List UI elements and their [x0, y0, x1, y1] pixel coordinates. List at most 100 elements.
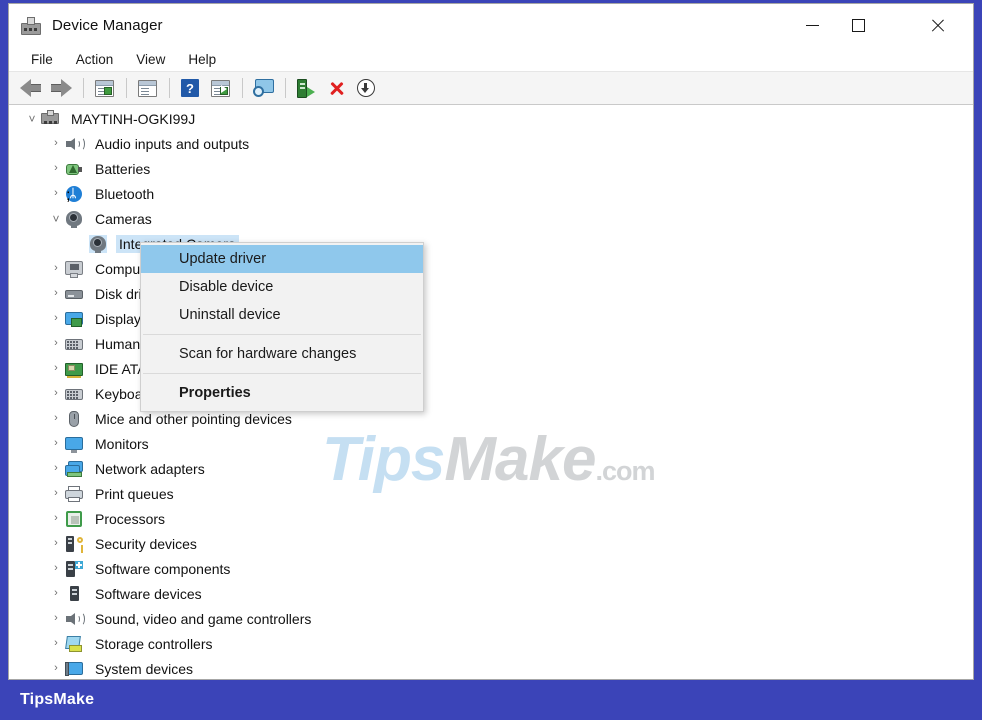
tree-item-print-queues[interactable]: › Print queues: [9, 481, 973, 506]
maximize-button[interactable]: [835, 4, 881, 47]
context-menu-item-scan-for-hardware-changes[interactable]: Scan for hardware changes: [141, 340, 423, 368]
circle-down-arrow-icon: [357, 79, 375, 97]
printer-icon: [65, 485, 83, 503]
forward-button[interactable]: [47, 75, 75, 101]
properties-button[interactable]: [133, 75, 161, 101]
tree-item-label: Batteries: [92, 160, 153, 178]
tree-item-label: Network adapters: [92, 460, 208, 478]
chevron-right-icon[interactable]: ›: [47, 463, 65, 474]
processor-icon: [65, 510, 83, 528]
chevron-right-icon[interactable]: ›: [47, 588, 65, 599]
tree-item-sound-video-and-game-controllers[interactable]: › Sound, video and game controllers: [9, 606, 973, 631]
tree-item-network-adapters[interactable]: › Network adapters: [9, 456, 973, 481]
chevron-right-icon[interactable]: ›: [47, 338, 65, 349]
tree-item-label: Audio inputs and outputs: [92, 135, 252, 153]
bluetooth-icon: ᛦ: [65, 185, 83, 203]
tree-item-security-devices[interactable]: › Security devices: [9, 531, 973, 556]
chevron-right-icon[interactable]: ›: [47, 513, 65, 524]
tree-item-label: Processors: [92, 510, 168, 528]
back-button[interactable]: [17, 75, 45, 101]
human-interface-icon: [65, 335, 83, 353]
tree-item-batteries[interactable]: › Batteries: [9, 156, 973, 181]
arrow-right-icon: [50, 79, 72, 97]
tree-item-cameras[interactable]: ˅ Cameras: [9, 206, 973, 231]
speaker-icon: [65, 610, 83, 628]
context-menu-item-properties[interactable]: Properties: [141, 379, 423, 407]
tree-root-node[interactable]: ˅ MAYTINH-OGKI99J: [9, 106, 973, 131]
chevron-right-icon[interactable]: ›: [47, 613, 65, 624]
ide-controller-icon: [65, 360, 83, 378]
chevron-right-icon[interactable]: ›: [47, 488, 65, 499]
arrow-left-icon: [20, 79, 42, 97]
tree-item-label: Software components: [92, 560, 233, 578]
scan-play-icon: [211, 80, 230, 97]
tree-item-system-devices[interactable]: › System devices: [9, 656, 973, 679]
chevron-right-icon[interactable]: ›: [47, 188, 65, 199]
menu-item-action[interactable]: Action: [66, 50, 124, 69]
chevron-right-icon[interactable]: ›: [47, 413, 65, 424]
camera-icon: [65, 210, 83, 228]
minimize-button[interactable]: [789, 4, 835, 47]
tree-item-label: Print queues: [92, 485, 177, 503]
computer-machine-icon: [41, 110, 59, 128]
chevron-right-icon[interactable]: ›: [47, 538, 65, 549]
enable-device-icon: [297, 79, 315, 98]
help-button[interactable]: ?: [176, 75, 204, 101]
monitor-search-icon: [253, 79, 274, 97]
tree-item-software-components[interactable]: › Software components: [9, 556, 973, 581]
menu-item-view[interactable]: View: [126, 50, 175, 69]
system-device-icon: [65, 660, 83, 678]
toolbar-separator: [285, 78, 286, 98]
context-menu-item-uninstall-device[interactable]: Uninstall device: [141, 301, 423, 329]
battery-icon: [65, 160, 83, 178]
chevron-right-icon[interactable]: ›: [47, 563, 65, 574]
close-button[interactable]: [914, 4, 960, 47]
context-menu[interactable]: Update driver Disable device Uninstall d…: [140, 242, 424, 412]
tree-root-label: MAYTINH-OGKI99J: [68, 110, 198, 128]
tree-item-label: Cameras: [92, 210, 155, 228]
speaker-icon: [65, 135, 83, 153]
monitor-icon: [65, 435, 83, 453]
chevron-right-icon[interactable]: ›: [47, 288, 65, 299]
chevron-right-icon[interactable]: ›: [47, 313, 65, 324]
chevron-right-icon[interactable]: ›: [47, 638, 65, 649]
chevron-right-icon[interactable]: ›: [47, 388, 65, 399]
red-x-icon: [328, 80, 345, 97]
maximize-icon: [852, 19, 865, 32]
chevron-right-icon[interactable]: ›: [47, 163, 65, 174]
toolbar: ?: [9, 72, 973, 105]
tree-item-bluetooth[interactable]: ›ᛦ Bluetooth: [9, 181, 973, 206]
tree-item-label: Security devices: [92, 535, 200, 553]
context-menu-separator: [143, 334, 421, 335]
tree-item-monitors[interactable]: › Monitors: [9, 431, 973, 456]
camera-icon: [89, 235, 107, 253]
update-driver-button[interactable]: [249, 75, 277, 101]
chevron-right-icon[interactable]: ›: [47, 263, 65, 274]
enable-device-button[interactable]: [292, 75, 320, 101]
tree-item-software-devices[interactable]: › Software devices: [9, 581, 973, 606]
chevron-right-icon[interactable]: ›: [47, 363, 65, 374]
uninstall-device-button[interactable]: [322, 75, 350, 101]
chevron-down-icon[interactable]: ˅: [23, 113, 41, 125]
tree-item-audio-inputs-and-outputs[interactable]: › Audio inputs and outputs: [9, 131, 973, 156]
console-tree-icon: [95, 80, 114, 97]
chevron-down-icon[interactable]: ˅: [47, 213, 65, 225]
toolbar-separator: [242, 78, 243, 98]
show-hide-console-tree-button[interactable]: [90, 75, 118, 101]
chevron-right-icon[interactable]: ›: [47, 663, 65, 674]
tree-item-processors[interactable]: › Processors: [9, 506, 973, 531]
tree-item-label: Storage controllers: [92, 635, 216, 653]
chevron-right-icon[interactable]: ›: [47, 138, 65, 149]
menu-item-help[interactable]: Help: [178, 50, 226, 69]
tree-item-storage-controllers[interactable]: › Storage controllers: [9, 631, 973, 656]
window-title: Device Manager: [52, 17, 163, 34]
scan-for-hardware-changes-button[interactable]: [352, 75, 380, 101]
context-menu-item-disable-device[interactable]: Disable device: [141, 273, 423, 301]
tree-item-label: Sound, video and game controllers: [92, 610, 314, 628]
menu-bar: File Action View Help: [9, 47, 973, 72]
scan-button[interactable]: [206, 75, 234, 101]
chevron-right-icon[interactable]: ›: [47, 438, 65, 449]
menu-item-file[interactable]: File: [21, 50, 63, 69]
device-manager-window: Device Manager File Action View Help ? T…: [8, 3, 974, 680]
context-menu-item-update-driver[interactable]: Update driver: [141, 245, 423, 273]
